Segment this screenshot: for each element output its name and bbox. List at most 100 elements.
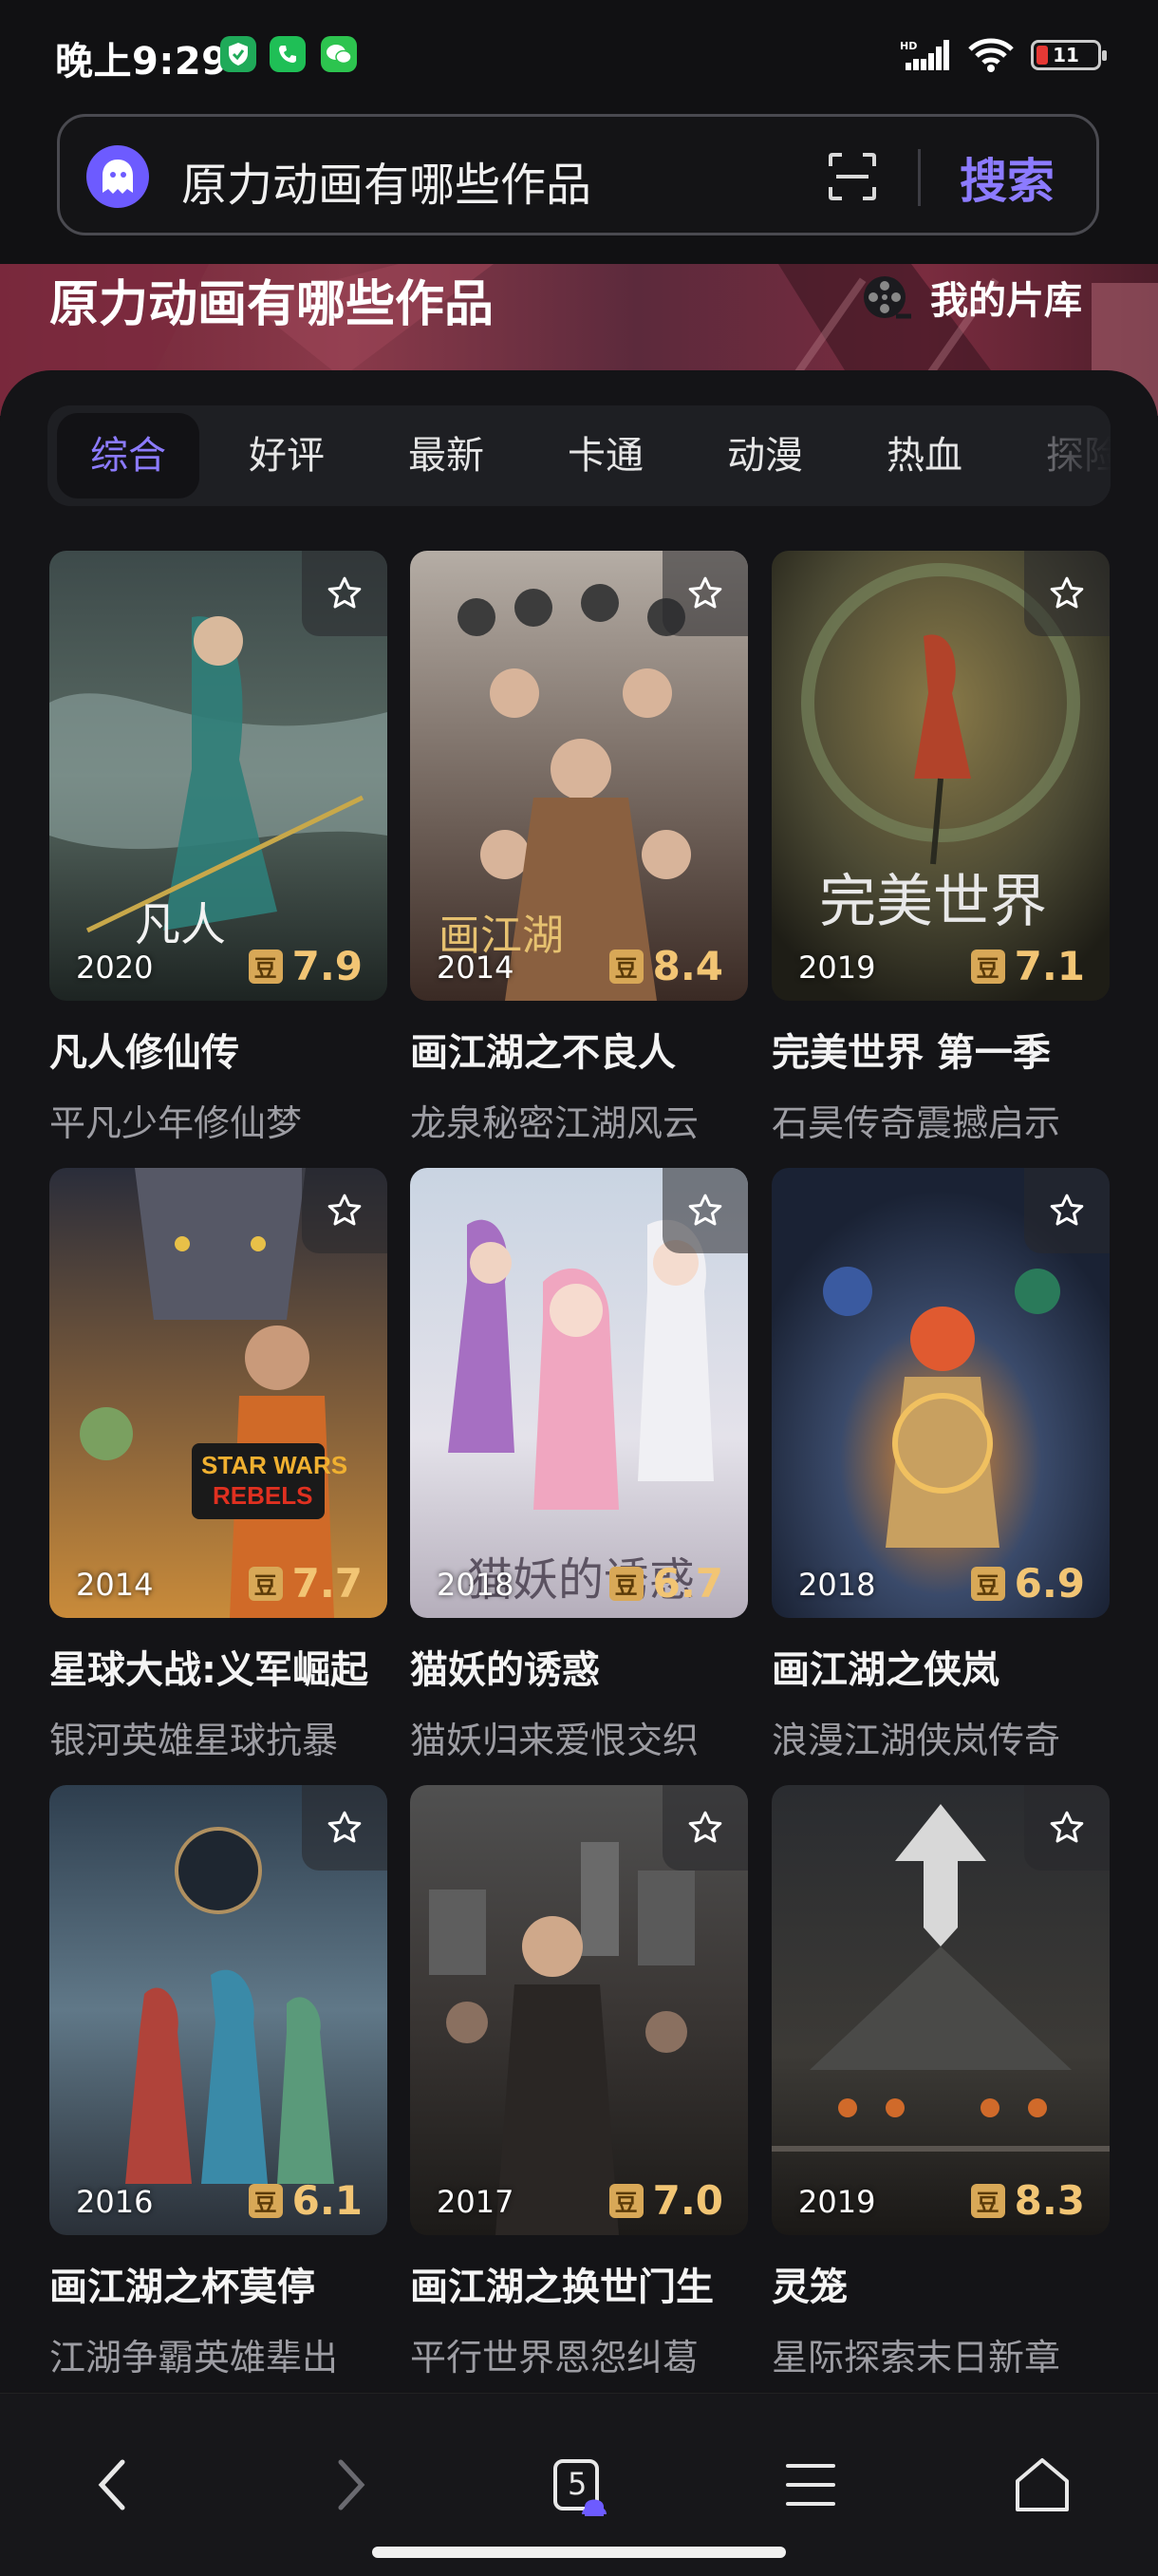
card-subtitle: 石昊传奇震撼启示: [772, 1102, 1061, 1144]
card-title[interactable]: 画江湖之侠岚: [772, 1639, 1110, 1694]
rating-score: 8.3: [1014, 2177, 1085, 2224]
card-subtitle: 猫妖归来爱恨交织: [410, 1720, 700, 1761]
my-library-label: 我的片库: [930, 279, 1082, 323]
tab-hot-blood[interactable]: 热血: [858, 405, 991, 506]
movie-card[interactable]: 2018 豆 6.9 画江湖之侠岚 浪漫江湖侠岚传奇: [772, 1168, 1110, 1763]
movie-card[interactable]: 完美世界 2019 豆 7.1 完美世界 第一季 石昊传奇震撼启示: [772, 551, 1110, 1146]
forward-arrow-icon: [338, 2459, 365, 2510]
favorite-star-icon[interactable]: [1024, 551, 1110, 636]
search-input[interactable]: 原力动画有哪些作品: [181, 147, 591, 214]
scan-icon[interactable]: [827, 151, 878, 202]
card-subtitle: 龙泉秘密江湖风云: [410, 1102, 700, 1144]
film-reel-icon: [864, 276, 911, 319]
status-bar: 晚上9:29 HD 11: [0, 0, 1158, 114]
favorite-star-icon[interactable]: [663, 1785, 748, 1871]
menu-button[interactable]: [763, 2437, 858, 2532]
hero-title: 原力动画有哪些作品: [49, 276, 495, 333]
wechat-icon: [321, 36, 357, 72]
movie-card[interactable]: 2016 豆 6.1 画江湖之杯莫停 江湖争霸英雄辈出: [49, 1785, 387, 2380]
card-subtitle: 银河英雄星球抗暴: [49, 1720, 339, 1761]
rating-score: 7.1: [1014, 943, 1085, 989]
release-year: 2018: [437, 1567, 514, 1603]
poster-image[interactable]: 2019 豆 8.3: [772, 1785, 1110, 2235]
card-title[interactable]: 完美世界 第一季: [772, 1022, 1110, 1077]
rating-score: 6.1: [291, 2177, 363, 2224]
favorite-star-icon[interactable]: [302, 1785, 387, 1871]
poster-image[interactable]: 凡人 2020 豆 7.9: [49, 551, 387, 1001]
tab-count: 5: [568, 2466, 588, 2502]
wifi-icon: [968, 38, 1014, 72]
favorite-star-icon[interactable]: [1024, 1785, 1110, 1871]
search-divider: [918, 149, 921, 206]
card-title[interactable]: 灵笼: [772, 2256, 1110, 2311]
search-bar[interactable]: 原力动画有哪些作品 搜索: [57, 114, 1099, 235]
douban-icon: 豆: [608, 2183, 644, 2218]
tab-comprehensive[interactable]: 综合: [57, 413, 199, 498]
douban-icon: 豆: [970, 1566, 1005, 1601]
release-year: 2014: [437, 950, 514, 986]
tab-latest[interactable]: 最新: [380, 405, 513, 506]
back-arrow-icon: [98, 2459, 125, 2510]
poster-image[interactable]: 2016 豆 6.1: [49, 1785, 387, 2235]
signal-icon: HD: [900, 40, 949, 70]
shield-icon: [220, 36, 256, 72]
douban-rating: 豆 7.7: [248, 1560, 363, 1607]
card-subtitle: 平凡少年修仙梦: [49, 1102, 303, 1144]
movie-card[interactable]: 猫妖的诱惑 2018 豆 6.7 猫妖的诱惑 猫妖归来爱恨交织: [410, 1168, 748, 1763]
status-right: HD 11: [900, 36, 1107, 74]
douban-icon: 豆: [970, 949, 1005, 984]
card-title[interactable]: 凡人修仙传: [49, 1022, 387, 1077]
favorite-star-icon[interactable]: [1024, 1168, 1110, 1253]
svg-text:凡人: 凡人: [135, 898, 226, 951]
movie-card[interactable]: 2019 豆 8.3 灵笼 星际探索末日新章: [772, 1785, 1110, 2380]
favorite-star-icon[interactable]: [663, 1168, 748, 1253]
tab-cartoon[interactable]: 卡通: [539, 405, 672, 506]
battery-level: 11: [1053, 44, 1079, 66]
card-subtitle: 星际探索末日新章: [772, 2337, 1061, 2379]
rating-score: 6.9: [1014, 1560, 1085, 1607]
movie-card[interactable]: STAR WARS REBELS 2014 豆 7.7 星球大战:义军崛起 银河英…: [49, 1168, 387, 1763]
tabs-button[interactable]: 5: [532, 2437, 626, 2532]
poster-image[interactable]: 完美世界 2019 豆 7.1: [772, 551, 1110, 1001]
douban-icon: 豆: [608, 949, 644, 984]
home-button[interactable]: [995, 2437, 1090, 2532]
my-library-button[interactable]: 我的片库: [862, 270, 1082, 325]
search-button[interactable]: 搜索: [960, 143, 1055, 212]
poster-image[interactable]: 2017 豆 7.0: [410, 1785, 748, 2235]
movie-card[interactable]: 画江湖 2014 豆 8.4 画江湖之不良人 龙泉秘密江湖风云: [410, 551, 748, 1146]
card-title[interactable]: 猫妖的诱惑: [410, 1639, 748, 1694]
rating-score: 6.7: [652, 1560, 723, 1607]
release-year: 2020: [76, 950, 154, 986]
poster-image[interactable]: 画江湖 2014 豆 8.4: [410, 551, 748, 1001]
tab-anime[interactable]: 动漫: [699, 405, 831, 506]
card-title[interactable]: 画江湖之杯莫停: [49, 2256, 387, 2311]
movie-card[interactable]: 2017 豆 7.0 画江湖之换世门生 平行世界恩怨纠葛: [410, 1785, 748, 2380]
movie-card[interactable]: 凡人 2020 豆 7.9 凡人修仙传 平凡少年修仙梦: [49, 551, 387, 1146]
poster-image[interactable]: STAR WARS REBELS 2014 豆 7.7: [49, 1168, 387, 1618]
favorite-star-icon[interactable]: [663, 551, 748, 636]
douban-rating: 豆 7.0: [608, 2177, 723, 2224]
back-button[interactable]: [66, 2437, 161, 2532]
poster-image[interactable]: 猫妖的诱惑 2018 豆 6.7: [410, 1168, 748, 1618]
release-year: 2019: [798, 950, 876, 986]
category-tabs: 综合 好评 最新 卡通 动漫 热血 探险: [47, 405, 1111, 506]
poster-image[interactable]: 2018 豆 6.9: [772, 1168, 1110, 1618]
douban-rating: 豆 6.1: [248, 2177, 363, 2224]
battery-icon: 11: [1031, 40, 1107, 70]
card-subtitle: 浪漫江湖侠岚传奇: [772, 1720, 1061, 1761]
ghost-logo-icon[interactable]: [86, 145, 149, 208]
home-icon: [1016, 2458, 1069, 2511]
card-title[interactable]: 画江湖之换世门生: [410, 2256, 748, 2311]
release-year: 2017: [437, 2184, 514, 2220]
favorite-star-icon[interactable]: [302, 551, 387, 636]
release-year: 2019: [798, 2184, 876, 2220]
svg-text:STAR WARS: STAR WARS: [201, 1451, 347, 1479]
forward-button[interactable]: [302, 2437, 397, 2532]
card-subtitle: 江湖争霸英雄辈出: [49, 2337, 339, 2379]
tab-good-reviews[interactable]: 好评: [220, 405, 353, 506]
home-indicator[interactable]: [372, 2547, 786, 2558]
card-title[interactable]: 画江湖之不良人: [410, 1022, 748, 1077]
favorite-star-icon[interactable]: [302, 1168, 387, 1253]
douban-rating: 豆 6.7: [608, 1560, 723, 1607]
card-title[interactable]: 星球大战:义军崛起: [49, 1639, 387, 1694]
